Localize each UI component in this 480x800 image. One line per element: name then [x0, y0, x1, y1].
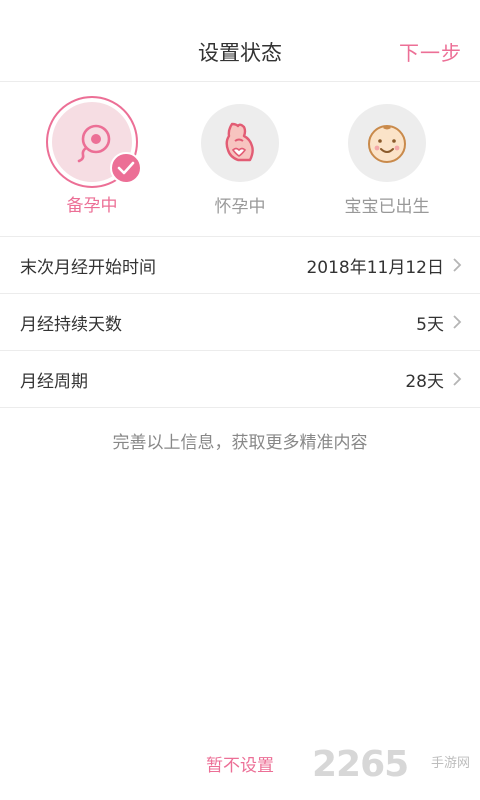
row-value: 28天 — [405, 371, 444, 392]
state-label: 怀孕中 — [214, 197, 266, 217]
row-value: 5天 — [416, 314, 444, 335]
pregnant-belly-icon — [225, 122, 254, 162]
chevron-right-icon — [453, 372, 462, 386]
row-label: 末次月经开始时间 — [20, 257, 156, 278]
row-last-period-start[interactable]: 末次月经开始时间 2018年11月12日 — [0, 237, 480, 294]
baby-face-icon — [368, 125, 406, 163]
row-value: 2018年11月12日 — [306, 257, 444, 278]
watermark-text: 手游网 — [430, 756, 470, 771]
state-circle — [46, 96, 142, 188]
state-option-preparing[interactable]: 备孕中 — [32, 96, 152, 218]
row-cycle-length[interactable]: 月经周期 28天 — [0, 351, 480, 408]
state-option-born[interactable]: 宝宝已出生 — [327, 104, 447, 219]
state-label: 宝宝已出生 — [344, 197, 430, 217]
row-period-duration[interactable]: 月经持续天数 5天 — [0, 294, 480, 351]
chevron-right-icon — [453, 315, 462, 329]
chevron-right-icon — [453, 258, 462, 272]
state-circle — [201, 104, 279, 182]
watermark-number: 2265 — [312, 744, 409, 785]
info-hint: 完善以上信息，获取更多精准内容 — [112, 433, 368, 453]
state-circle — [348, 104, 426, 182]
state-option-pregnant[interactable]: 怀孕中 — [180, 104, 300, 219]
state-label: 备孕中 — [66, 196, 118, 216]
sperm-egg-icon — [77, 124, 111, 163]
next-step-button[interactable]: 下一步 — [399, 38, 462, 68]
selected-check-icon — [110, 152, 142, 184]
settings-list: 末次月经开始时间 2018年11月12日 月经持续天数 5天 月经周期 28天 — [0, 236, 480, 408]
row-label: 月经持续天数 — [20, 314, 122, 335]
top-bar: 设置状态 下一步 — [0, 0, 480, 82]
watermark-logo: 2265 手游网 — [312, 744, 470, 788]
status-selector: 备孕中 怀孕中 宝宝已出生 — [0, 82, 480, 236]
row-label: 月经周期 — [20, 371, 88, 392]
